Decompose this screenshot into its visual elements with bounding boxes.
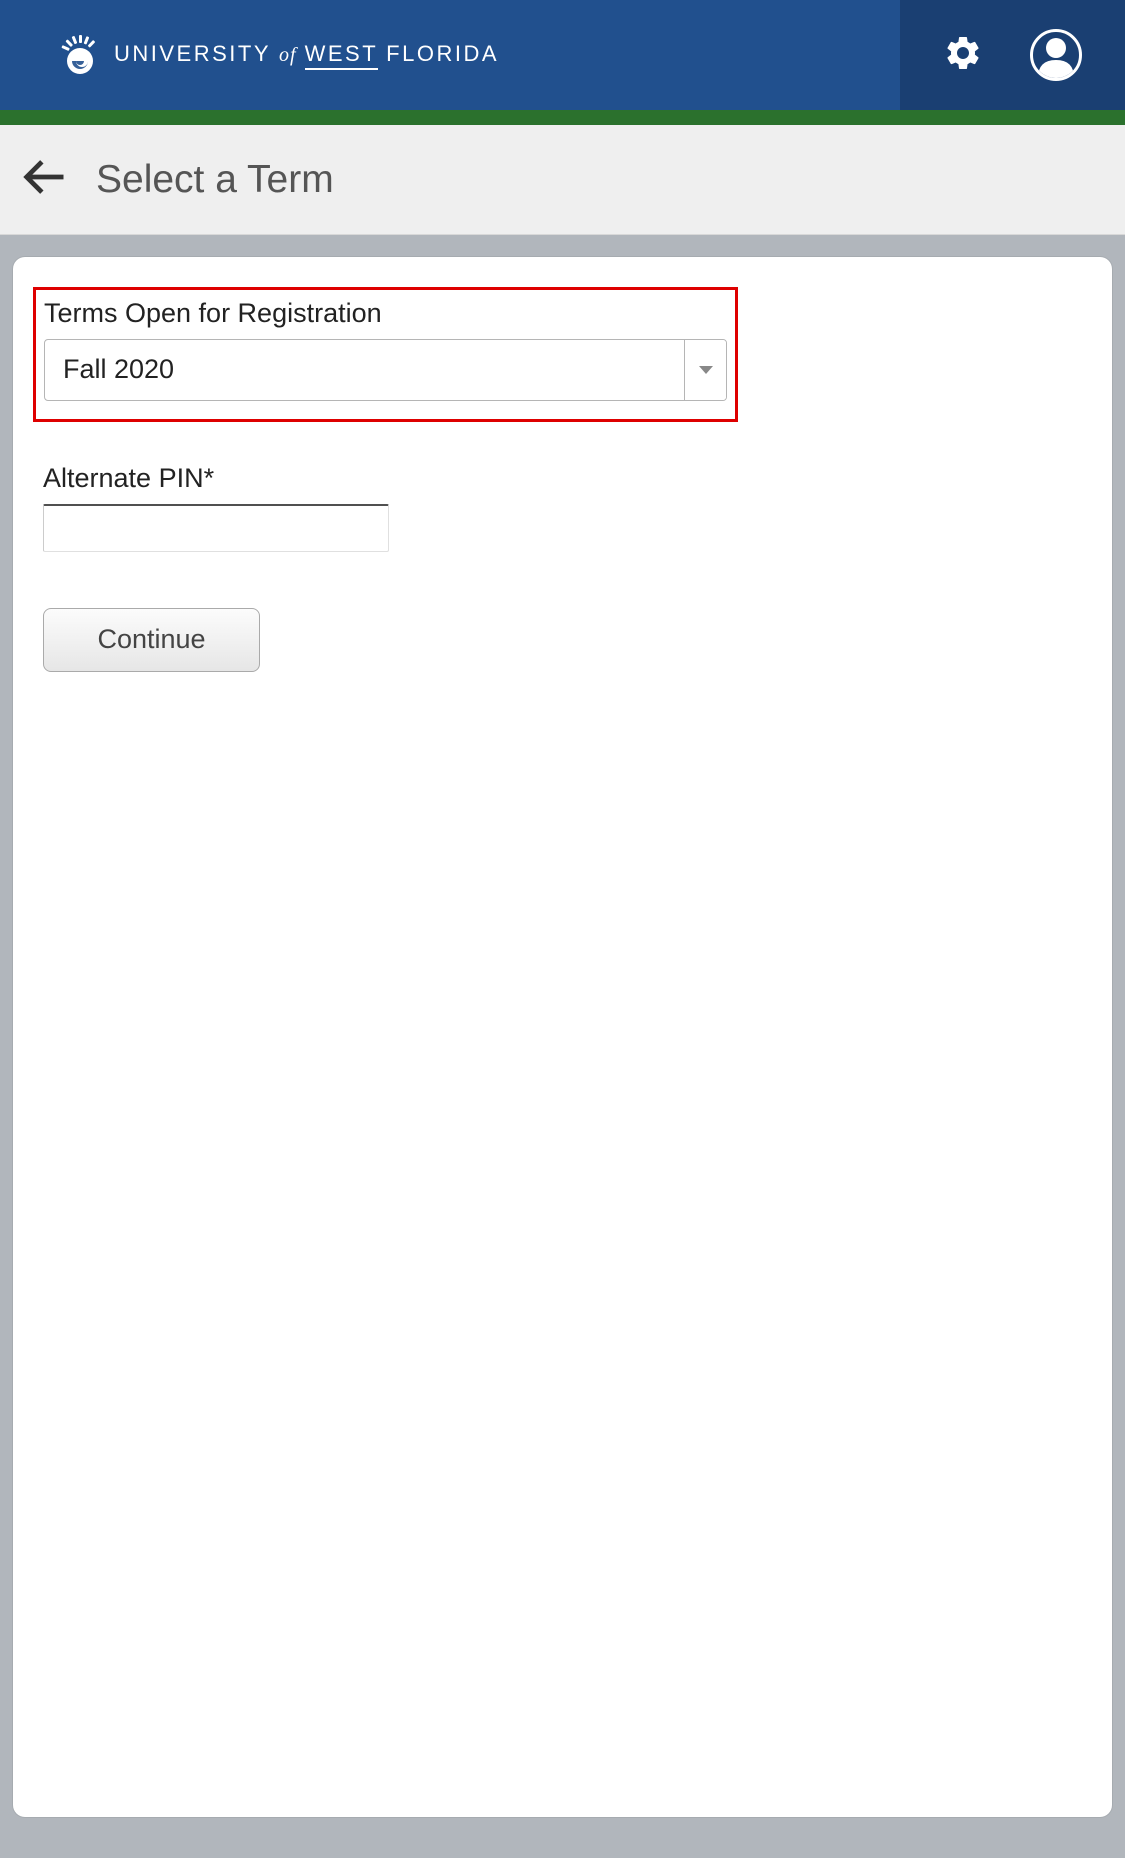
brand-word-florida: FLORIDA [386, 41, 499, 67]
page-title-bar: Select a Term [0, 125, 1125, 235]
continue-button[interactable]: Continue [43, 608, 260, 672]
pin-input-wrap [43, 504, 389, 552]
app-header: UNIVERSITY of WEST FLORIDA [0, 0, 1125, 110]
brand-text: UNIVERSITY of WEST FLORIDA [114, 41, 499, 70]
accent-bar [0, 110, 1125, 125]
terms-label: Terms Open for Registration [44, 297, 727, 331]
back-arrow-icon [18, 151, 70, 203]
brand-word-west: WEST [305, 41, 379, 70]
terms-highlight-box: Terms Open for Registration Fall 2020 [33, 287, 738, 422]
header-left: UNIVERSITY of WEST FLORIDA [0, 0, 900, 110]
header-right [900, 0, 1125, 110]
page-title: Select a Term [96, 158, 334, 202]
pin-label: Alternate PIN* [43, 462, 1092, 496]
brand-word-of: of [279, 44, 297, 67]
content-area: Terms Open for Registration Fall 2020 Al… [0, 235, 1125, 1839]
pin-section: Alternate PIN* [43, 462, 1092, 552]
profile-button[interactable] [1030, 29, 1082, 81]
back-button[interactable] [18, 151, 70, 208]
pin-input[interactable] [43, 504, 389, 552]
brand-logo[interactable]: UNIVERSITY of WEST FLORIDA [60, 35, 499, 75]
nautilus-icon [60, 35, 100, 75]
person-icon [1036, 34, 1076, 78]
terms-dropdown-value: Fall 2020 [45, 340, 684, 400]
settings-button[interactable] [943, 33, 983, 78]
form-card: Terms Open for Registration Fall 2020 Al… [13, 257, 1112, 1817]
gear-icon [943, 33, 983, 73]
chevron-down-icon [699, 366, 713, 374]
terms-dropdown[interactable]: Fall 2020 [44, 339, 727, 401]
brand-word-university: UNIVERSITY [114, 41, 271, 67]
terms-dropdown-toggle[interactable] [684, 340, 726, 400]
